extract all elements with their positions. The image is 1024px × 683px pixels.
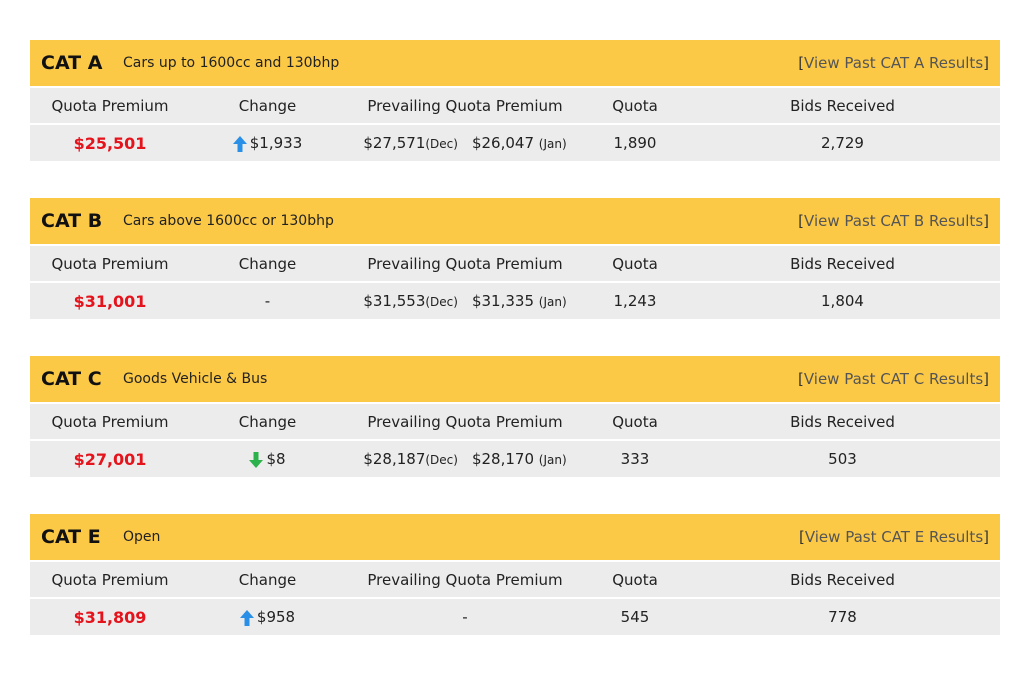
label-change: Change: [238, 570, 297, 589]
quota-value: 545: [620, 608, 650, 626]
category-name: CAT B: [41, 210, 103, 232]
column-labels: Quota Premium Change Prevailing Quota Pr…: [30, 562, 1000, 597]
change-value: -: [264, 292, 271, 310]
category-description: Cars up to 1600cc and 130bhp: [123, 55, 340, 71]
bids-value: 503: [828, 450, 857, 468]
label-prevailing: Prevailing Quota Premium: [367, 570, 563, 589]
view-past-results: [View Past CAT C Results]: [798, 370, 989, 388]
category-b-panel: CAT B Cars above 1600cc or 130bhp [View …: [30, 198, 1000, 319]
change-value: $8: [190, 450, 345, 468]
values-row: $31,809 $958 - 545 778: [30, 599, 1000, 635]
category-header: CAT E Open [View Past CAT E Results]: [30, 514, 1000, 560]
view-past-results-link[interactable]: View Past CAT B Results: [804, 212, 983, 230]
prev-dec-value: $28,187: [363, 450, 426, 468]
prevailing-value: $27,571(Dec) $26,047 (Jan): [345, 134, 585, 152]
category-description: Goods Vehicle & Bus: [123, 371, 268, 387]
view-past-results-link[interactable]: View Past CAT C Results: [804, 370, 983, 388]
prev-dec-value: $31,553: [363, 292, 426, 310]
label-bids: Bids Received: [790, 96, 895, 115]
category-name: CAT C: [41, 368, 102, 390]
change-value: $958: [190, 608, 345, 626]
prev-jan-label: (Jan): [538, 137, 567, 151]
arrow-up-icon: [239, 609, 254, 626]
values-row: $31,001 - $31,553(Dec) $31,335 (Jan) 1,24…: [30, 283, 1000, 319]
category-header: CAT A Cars up to 1600cc and 130bhp [View…: [30, 40, 1000, 86]
category-name: CAT A: [41, 52, 103, 74]
quota-value: 1,243: [613, 292, 657, 310]
prevailing-value: $28,187(Dec) $28,170 (Jan): [345, 450, 585, 468]
category-name: CAT E: [41, 526, 101, 548]
label-quota: Quota: [612, 96, 658, 115]
label-prevailing: Prevailing Quota Premium: [367, 412, 563, 431]
column-labels: Quota Premium Change Prevailing Quota Pr…: [30, 246, 1000, 281]
quota-value: 333: [620, 450, 650, 468]
category-a-panel: CAT A Cars up to 1600cc and 130bhp [View…: [30, 40, 1000, 161]
change-value: $1,933: [190, 134, 345, 152]
column-labels: Quota Premium Change Prevailing Quota Pr…: [30, 404, 1000, 439]
label-bids: Bids Received: [790, 570, 895, 589]
arrow-down-icon: [249, 451, 264, 468]
values-row: $25,501 $1,933 $27,571(Dec) $26,047 (Jan)…: [30, 125, 1000, 161]
prev-jan-value: $28,170: [471, 450, 534, 468]
bracket-close: ]: [983, 528, 989, 546]
change-amount: $1,933: [249, 134, 303, 152]
label-quota-premium: Quota Premium: [51, 254, 169, 273]
change-amount: $958: [256, 608, 296, 626]
coe-results: CAT A Cars up to 1600cc and 130bhp [View…: [30, 40, 1000, 672]
label-prevailing: Prevailing Quota Premium: [367, 254, 563, 273]
view-past-results: [View Past CAT A Results]: [798, 54, 989, 72]
label-prevailing: Prevailing Quota Premium: [367, 96, 563, 115]
label-quota-premium: Quota Premium: [51, 96, 169, 115]
category-header: CAT B Cars above 1600cc or 130bhp [View …: [30, 198, 1000, 244]
category-e-panel: CAT E Open [View Past CAT E Results] Quo…: [30, 514, 1000, 635]
bids-value: 778: [828, 608, 857, 626]
column-labels: Quota Premium Change Prevailing Quota Pr…: [30, 88, 1000, 123]
prev-jan-value: $31,335: [471, 292, 534, 310]
label-quota: Quota: [612, 254, 658, 273]
bids-value: 2,729: [821, 134, 864, 152]
category-c-panel: CAT C Goods Vehicle & Bus [View Past CAT…: [30, 356, 1000, 477]
prev-dec-label: (Dec): [425, 295, 458, 309]
label-change: Change: [238, 96, 297, 115]
quota-premium-value: $27,001: [73, 449, 147, 469]
view-past-results: [View Past CAT B Results]: [798, 212, 989, 230]
arrow-up-icon: [232, 135, 247, 152]
category-description: Cars above 1600cc or 130bhp: [123, 213, 334, 229]
bracket-close: ]: [983, 212, 989, 230]
quota-premium-value: $31,001: [73, 291, 147, 311]
quota-premium-value: $25,501: [73, 133, 147, 153]
prev-jan-label: (Jan): [538, 295, 567, 309]
label-bids: Bids Received: [790, 412, 895, 431]
prev-jan-label: (Jan): [538, 453, 567, 467]
label-quota: Quota: [612, 412, 658, 431]
label-change: Change: [238, 412, 297, 431]
view-past-results: [View Past CAT E Results]: [799, 528, 989, 546]
prev-jan-value: $26,047: [471, 134, 534, 152]
quota-premium-value: $31,809: [73, 607, 147, 627]
prev-dec-label: (Dec): [425, 453, 458, 467]
prev-dec-label: (Dec): [425, 137, 458, 151]
category-description: Open: [123, 529, 161, 545]
change-amount: $8: [266, 450, 286, 468]
bids-value: 1,804: [821, 292, 864, 310]
label-bids: Bids Received: [790, 254, 895, 273]
label-quota: Quota: [612, 570, 658, 589]
label-quota-premium: Quota Premium: [51, 570, 169, 589]
prevailing-value: -: [462, 608, 468, 626]
label-change: Change: [238, 254, 297, 273]
prev-dec-value: $27,571: [363, 134, 426, 152]
bracket-close: ]: [983, 370, 989, 388]
prevailing-value: $31,553(Dec) $31,335 (Jan): [345, 292, 585, 310]
category-header: CAT C Goods Vehicle & Bus [View Past CAT…: [30, 356, 1000, 402]
bracket-close: ]: [983, 54, 989, 72]
view-past-results-link[interactable]: View Past CAT A Results: [804, 54, 983, 72]
view-past-results-link[interactable]: View Past CAT E Results: [805, 528, 983, 546]
quota-value: 1,890: [613, 134, 657, 152]
label-quota-premium: Quota Premium: [51, 412, 169, 431]
values-row: $27,001 $8 $28,187(Dec) $28,170 (Jan) 333…: [30, 441, 1000, 477]
